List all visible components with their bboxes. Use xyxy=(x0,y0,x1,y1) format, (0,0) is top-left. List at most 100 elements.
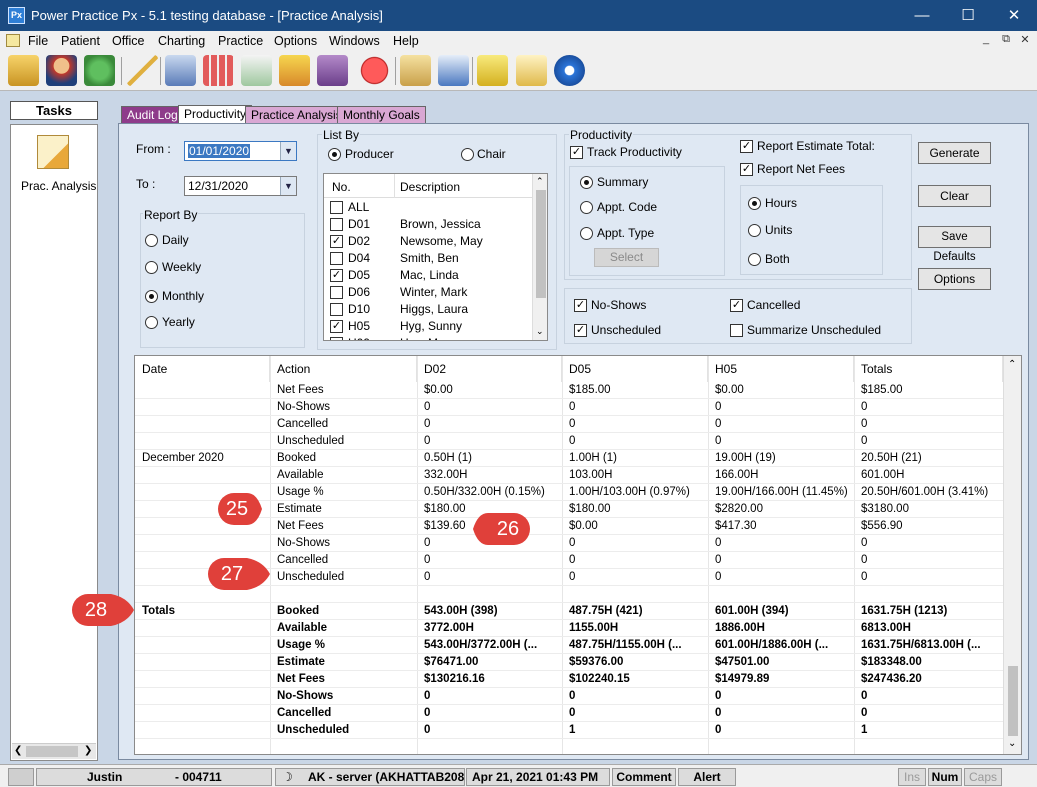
radio-summary[interactable] xyxy=(580,176,593,189)
list-item-checkbox[interactable] xyxy=(330,286,343,299)
menu-office[interactable]: Office xyxy=(112,34,144,48)
report-estimate-checkbox[interactable]: ✓ xyxy=(740,140,753,153)
list-item[interactable]: H09 Hyg, Mary xyxy=(324,335,532,340)
task-practice-analysis[interactable]: Prac. Analysis xyxy=(21,179,96,193)
scroll-up-icon[interactable]: ⌃ xyxy=(536,176,544,187)
scroll-thumb[interactable] xyxy=(1008,666,1018,736)
open-folder-icon[interactable] xyxy=(8,55,39,86)
tab-practice-analysis[interactable]: Practice Analysis xyxy=(245,106,348,124)
tasks-horizontal-scrollbar[interactable]: ❮ ❯ xyxy=(12,743,96,759)
close-button[interactable]: ✕ xyxy=(991,0,1037,31)
list-item-checkbox[interactable] xyxy=(330,337,343,340)
menu-windows[interactable]: Windows xyxy=(329,34,380,48)
appointment-book-icon[interactable] xyxy=(165,55,196,86)
save-defaults-button[interactable]: Save Defaults xyxy=(918,226,991,263)
mdi-close-button[interactable]: ✕ xyxy=(1017,33,1033,48)
notes-icon[interactable] xyxy=(477,55,508,86)
report-net-fees-checkbox[interactable]: ✓ xyxy=(740,163,753,176)
radio-both[interactable] xyxy=(748,253,761,266)
col-description-header[interactable]: Description xyxy=(400,180,460,194)
list-item[interactable]: D10 Higgs, Laura xyxy=(324,301,532,318)
summarize-unscheduled-checkbox[interactable] xyxy=(730,324,743,337)
grid-header-totals[interactable]: Totals xyxy=(854,356,1003,382)
list-item[interactable]: ALL xyxy=(324,199,532,216)
scroll-down-icon[interactable]: ⌄ xyxy=(1008,738,1016,749)
maximize-button[interactable]: ☐ xyxy=(945,0,991,31)
radio-daily[interactable] xyxy=(145,234,158,247)
radio-monthly[interactable] xyxy=(145,290,158,303)
list-item[interactable]: D01 Brown, Jessica xyxy=(324,216,532,233)
menu-charting[interactable]: Charting xyxy=(158,34,205,48)
schedule-chart-icon[interactable] xyxy=(203,55,234,86)
scroll-thumb[interactable] xyxy=(26,746,78,757)
list-item[interactable]: ✓ D02 Newsome, May xyxy=(324,233,532,250)
list-item-checkbox[interactable] xyxy=(330,201,343,214)
list-item-checkbox[interactable]: ✓ xyxy=(330,235,343,248)
patient-icon[interactable] xyxy=(46,55,77,86)
tab-productivity[interactable]: Productivity xyxy=(178,105,253,125)
list-item[interactable]: D04 Smith, Ben xyxy=(324,250,532,267)
cancelled-checkbox[interactable]: ✓ xyxy=(730,299,743,312)
list-item-checkbox[interactable] xyxy=(330,303,343,316)
checklist-icon[interactable] xyxy=(241,55,272,86)
status-alert[interactable]: Alert xyxy=(678,768,736,786)
to-date-dropdown-icon[interactable]: ▼ xyxy=(280,177,296,195)
menu-practice[interactable]: Practice xyxy=(218,34,263,48)
practice-analysis-icon[interactable] xyxy=(37,135,69,169)
scroll-right-icon[interactable]: ❯ xyxy=(84,745,92,756)
list-item[interactable]: ✓ H05 Hyg, Sunny xyxy=(324,318,532,335)
from-date-dropdown-icon[interactable]: ▼ xyxy=(280,142,296,160)
menu-patient[interactable]: Patient xyxy=(61,34,100,48)
radio-appt-code[interactable] xyxy=(580,201,593,214)
bottle-icon[interactable] xyxy=(438,55,469,86)
grid-header-action[interactable]: Action xyxy=(270,356,417,382)
scroll-down-icon[interactable]: ⌄ xyxy=(536,326,544,337)
scroll-left-icon[interactable]: ❮ xyxy=(14,745,22,756)
producer-list[interactable]: No. Description ALL D01 Brown, Jessica ✓ D02… xyxy=(323,173,548,341)
list-item-checkbox[interactable] xyxy=(330,218,343,231)
list-item[interactable]: ✓ D05 Mac, Linda xyxy=(324,267,532,284)
gift-box-icon[interactable] xyxy=(279,55,310,86)
info-icon[interactable] xyxy=(554,55,585,86)
options-button[interactable]: Options xyxy=(918,268,991,290)
radio-weekly[interactable] xyxy=(145,261,158,274)
radio-yearly[interactable] xyxy=(145,316,158,329)
radio-chair[interactable] xyxy=(461,148,474,161)
clipboard-icon[interactable] xyxy=(400,55,431,86)
stop-icon[interactable] xyxy=(359,55,390,86)
tab-monthly-goals[interactable]: Monthly Goals xyxy=(337,106,426,124)
menu-options[interactable]: Options xyxy=(274,34,317,48)
menu-file[interactable]: File xyxy=(28,34,48,48)
grid-header-h05[interactable]: H05 xyxy=(708,356,854,382)
results-grid[interactable]: Date Action D02 D05 H05 Totals Net Fees $… xyxy=(134,355,1022,755)
menu-help[interactable]: Help xyxy=(393,34,419,48)
no-shows-checkbox[interactable]: ✓ xyxy=(574,299,587,312)
clear-button[interactable]: Clear xyxy=(918,185,991,207)
tab-audit-log[interactable]: Audit Log xyxy=(121,106,184,124)
list-item-checkbox[interactable]: ✓ xyxy=(330,320,343,333)
producer-list-scrollbar[interactable]: ⌃ ⌄ xyxy=(532,174,547,340)
transfer-icon[interactable] xyxy=(84,55,115,86)
edit-notes-icon[interactable] xyxy=(516,55,547,86)
radio-producer[interactable] xyxy=(328,148,341,161)
radio-appt-type[interactable] xyxy=(580,227,593,240)
list-item-checkbox[interactable] xyxy=(330,252,343,265)
col-no-header[interactable]: No. xyxy=(332,180,351,194)
select-button[interactable]: Select xyxy=(594,248,659,267)
status-comment[interactable]: Comment xyxy=(612,768,676,786)
camera-icon[interactable] xyxy=(8,768,34,786)
grid-scrollbar[interactable]: ⌃ ⌄ xyxy=(1003,356,1021,754)
grid-header-d02[interactable]: D02 xyxy=(417,356,562,382)
scroll-thumb[interactable] xyxy=(536,190,546,298)
mdi-restore-button[interactable]: ⧉ xyxy=(998,33,1014,48)
unscheduled-checkbox[interactable]: ✓ xyxy=(574,324,587,337)
charting-icon[interactable] xyxy=(127,55,158,86)
list-item-checkbox[interactable]: ✓ xyxy=(330,269,343,282)
mdi-minimize-button[interactable]: _ xyxy=(978,33,994,48)
minimize-button[interactable]: — xyxy=(899,0,945,31)
radio-hours[interactable] xyxy=(748,197,761,210)
list-item[interactable]: D06 Winter, Mark xyxy=(324,284,532,301)
scroll-up-icon[interactable]: ⌃ xyxy=(1008,359,1016,370)
generate-button[interactable]: Generate xyxy=(918,142,991,164)
grid-header-d05[interactable]: D05 xyxy=(562,356,708,382)
